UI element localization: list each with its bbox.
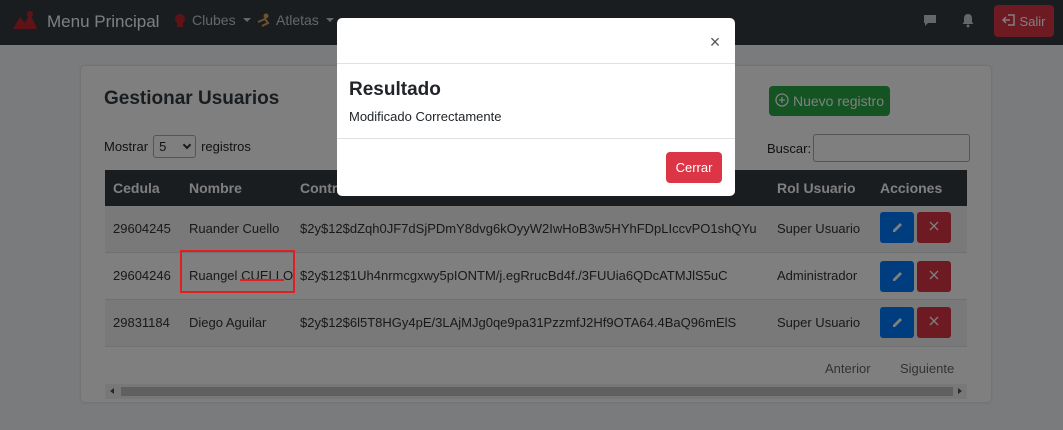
annotation-underline [240,279,284,281]
cerrar-button[interactable]: Cerrar [666,152,722,183]
annotation-box [180,250,295,293]
close-icon[interactable]: × [705,32,725,52]
result-modal: × Resultado Modificado Correctamente Cer… [337,18,735,196]
modal-divider [337,138,735,139]
modal-title: Resultado [349,79,441,100]
modal-divider [337,63,735,64]
modal-message: Modificado Correctamente [349,109,502,124]
